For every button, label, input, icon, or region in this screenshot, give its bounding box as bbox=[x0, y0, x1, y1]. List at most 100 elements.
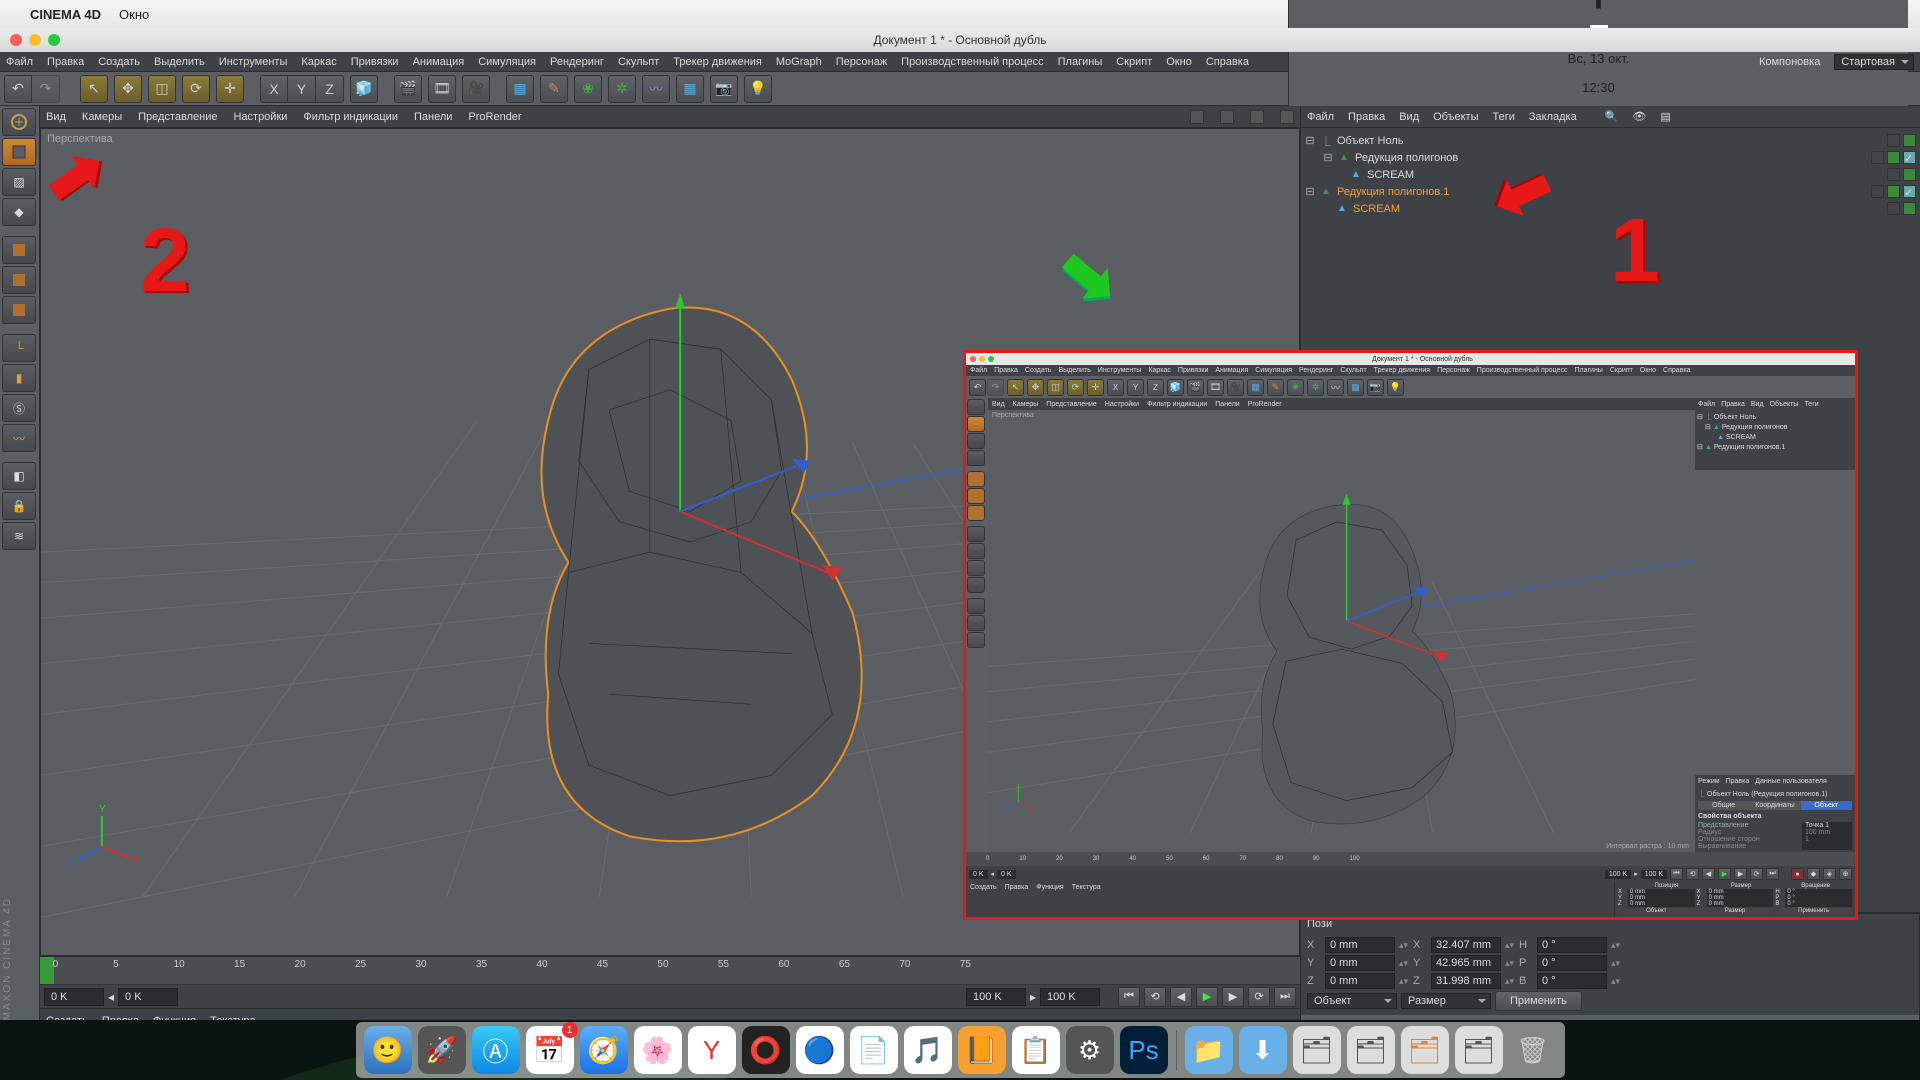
tree-row[interactable]: ⊟⎿ Объект Ноль bbox=[1305, 132, 1916, 149]
add-generator-button[interactable]: ✲ bbox=[608, 75, 636, 103]
stacked-file-icon[interactable]: 🗂 bbox=[1401, 1026, 1449, 1074]
pos-z[interactable]: 0 mm bbox=[1325, 973, 1395, 989]
coord-mode-select[interactable]: Объект bbox=[1307, 993, 1397, 1009]
add-camera-button[interactable]: 📷 bbox=[710, 75, 738, 103]
time-start-field[interactable]: 0 K bbox=[118, 988, 178, 1006]
polygons-mode[interactable] bbox=[2, 296, 36, 324]
view-nav-icon[interactable] bbox=[1280, 110, 1294, 124]
search-icon[interactable]: 🔍 bbox=[1605, 110, 1619, 123]
view-nav-icon[interactable] bbox=[1220, 110, 1234, 124]
menu-render[interactable]: Рендеринг bbox=[550, 56, 604, 68]
prev-frame-button[interactable]: ◀ bbox=[1170, 987, 1192, 1007]
undo-button[interactable]: ↶ bbox=[4, 75, 32, 103]
close-button[interactable] bbox=[10, 34, 22, 46]
menubar-date[interactable]: Вс, 13 окт. bbox=[1568, 51, 1630, 66]
prev-key-button[interactable]: ⟲ bbox=[1144, 987, 1166, 1007]
om-edit[interactable]: Правка bbox=[1348, 111, 1385, 123]
next-frame-button[interactable]: ▶ bbox=[1222, 987, 1244, 1007]
menu-animate[interactable]: Анимация bbox=[413, 56, 465, 68]
view-menu-options[interactable]: Настройки bbox=[233, 111, 287, 123]
live-select-tool[interactable]: ↖ bbox=[80, 75, 108, 103]
om-objects[interactable]: Объекты bbox=[1433, 111, 1478, 123]
menu-window[interactable]: Окно bbox=[1166, 56, 1192, 68]
rot-h[interactable]: 0 ° bbox=[1537, 937, 1607, 953]
tree-row[interactable]: ▲ SCREAM bbox=[1305, 166, 1916, 183]
mat-edit[interactable]: Правка bbox=[102, 1015, 139, 1027]
stacked-file-icon[interactable]: 🗂 bbox=[1455, 1026, 1503, 1074]
mat-function[interactable]: Функция bbox=[153, 1015, 196, 1027]
mat-texture[interactable]: Текстура bbox=[210, 1015, 255, 1027]
lock-mode[interactable]: 🔒 bbox=[2, 492, 36, 520]
ibooks-icon[interactable]: 📙 bbox=[958, 1026, 1006, 1074]
menu-script[interactable]: Скрипт bbox=[1116, 56, 1152, 68]
trash-icon[interactable]: 🗑 bbox=[1509, 1026, 1557, 1074]
edges-mode[interactable] bbox=[2, 266, 36, 294]
axis-toggle[interactable]: └ bbox=[2, 334, 36, 362]
texture-mode[interactable]: ▨ bbox=[2, 168, 36, 196]
normal-mode[interactable]: ≋ bbox=[2, 522, 36, 550]
textedit-icon[interactable]: 📄 bbox=[850, 1026, 898, 1074]
last-tool[interactable]: ✛ bbox=[216, 75, 244, 103]
menu-character[interactable]: Персонаж bbox=[836, 56, 887, 68]
soft-select[interactable]: 〰 bbox=[2, 424, 36, 452]
add-nurbs-button[interactable]: ❀ bbox=[574, 75, 602, 103]
menu-select[interactable]: Выделить bbox=[154, 56, 205, 68]
menu-tools[interactable]: Инструменты bbox=[219, 56, 288, 68]
menu-pipeline[interactable]: Производственный процесс bbox=[901, 56, 1043, 68]
render-settings-button[interactable]: 🎥 bbox=[462, 75, 490, 103]
menu-simulate[interactable]: Симуляция bbox=[478, 56, 536, 68]
itunes-icon[interactable]: 🎵 bbox=[904, 1026, 952, 1074]
rot-b[interactable]: 0 ° bbox=[1537, 973, 1607, 989]
om-bookmark[interactable]: Закладка bbox=[1529, 111, 1577, 123]
add-environment-button[interactable]: ▦ bbox=[676, 75, 704, 103]
om-tags[interactable]: Теги bbox=[1493, 111, 1515, 123]
size-mode-select[interactable]: Размер bbox=[1401, 993, 1491, 1009]
menu-file[interactable]: Файл bbox=[6, 56, 33, 68]
om-view[interactable]: Вид bbox=[1399, 111, 1419, 123]
finder-icon[interactable]: 🙂 bbox=[364, 1026, 412, 1074]
cinema4d-icon[interactable]: ⭕ bbox=[742, 1026, 790, 1074]
timeline-ruler[interactable]: 0 5 10 15 20 25 30 35 40 45 50 55 60 65 … bbox=[40, 956, 1300, 984]
z-axis-toggle[interactable]: Z bbox=[316, 75, 344, 103]
folder-icon[interactable]: 📁 bbox=[1185, 1026, 1233, 1074]
view-menu-filter[interactable]: Фильтр индикации bbox=[303, 111, 398, 123]
viewport-solo[interactable]: ▮ bbox=[2, 364, 36, 392]
safari-icon[interactable]: 🧭 bbox=[580, 1026, 628, 1074]
menu-edit[interactable]: Правка bbox=[47, 56, 84, 68]
launchpad-icon[interactable]: 🚀 bbox=[418, 1026, 466, 1074]
panel-icon[interactable]: ▤ bbox=[1660, 110, 1670, 123]
add-pen-button[interactable]: ✎ bbox=[540, 75, 568, 103]
tree-row[interactable]: ⊟ ▲ Редукция полигонов ✓ bbox=[1305, 149, 1916, 166]
points-mode[interactable] bbox=[2, 236, 36, 264]
mac-menu-item[interactable]: Окно bbox=[119, 7, 149, 22]
size-x[interactable]: 32.407 mm bbox=[1431, 937, 1501, 953]
mat-create[interactable]: Создать bbox=[46, 1015, 88, 1027]
pos-x[interactable]: 0 mm bbox=[1325, 937, 1395, 953]
rotate-tool[interactable]: ⟳ bbox=[182, 75, 210, 103]
coord-system-button[interactable]: 🧊 bbox=[350, 75, 378, 103]
appstore-icon[interactable]: Ⓐ bbox=[472, 1026, 520, 1074]
stacked-file-icon[interactable]: 🗂 bbox=[1293, 1026, 1341, 1074]
snap-toggle[interactable]: Ⓢ bbox=[2, 394, 36, 422]
stacked-file-icon[interactable]: 🗂 bbox=[1347, 1026, 1395, 1074]
scale-tool[interactable]: ◫ bbox=[148, 75, 176, 103]
zoom-button[interactable] bbox=[48, 34, 60, 46]
size-y[interactable]: 42.965 mm bbox=[1431, 955, 1501, 971]
menubar-time[interactable]: 12:30 bbox=[1582, 80, 1615, 95]
play-button[interactable]: ▶ bbox=[1196, 987, 1218, 1007]
photos-icon[interactable]: 🌸 bbox=[634, 1026, 682, 1074]
menu-snap[interactable]: Привязки bbox=[351, 56, 399, 68]
tree-row-selected[interactable]: ⊟ ▲ Редукция полигонов.1 ✓ bbox=[1305, 183, 1916, 200]
apply-button[interactable]: Применить bbox=[1495, 991, 1582, 1011]
minimize-button[interactable] bbox=[29, 34, 41, 46]
add-light-button[interactable]: 💡 bbox=[744, 75, 772, 103]
settings-icon[interactable]: ⚙ bbox=[1066, 1026, 1114, 1074]
add-cube-button[interactable]: ▦ bbox=[506, 75, 534, 103]
app-name[interactable]: CINEMA 4D bbox=[30, 7, 101, 22]
view-nav-icon[interactable] bbox=[1190, 110, 1204, 124]
menu-plugins[interactable]: Плагины bbox=[1058, 56, 1103, 68]
menu-create[interactable]: Создать bbox=[98, 56, 140, 68]
menu-help[interactable]: Справка bbox=[1206, 56, 1249, 68]
yandex-icon[interactable]: Y bbox=[688, 1026, 736, 1074]
menu-mesh[interactable]: Каркас bbox=[301, 56, 336, 68]
